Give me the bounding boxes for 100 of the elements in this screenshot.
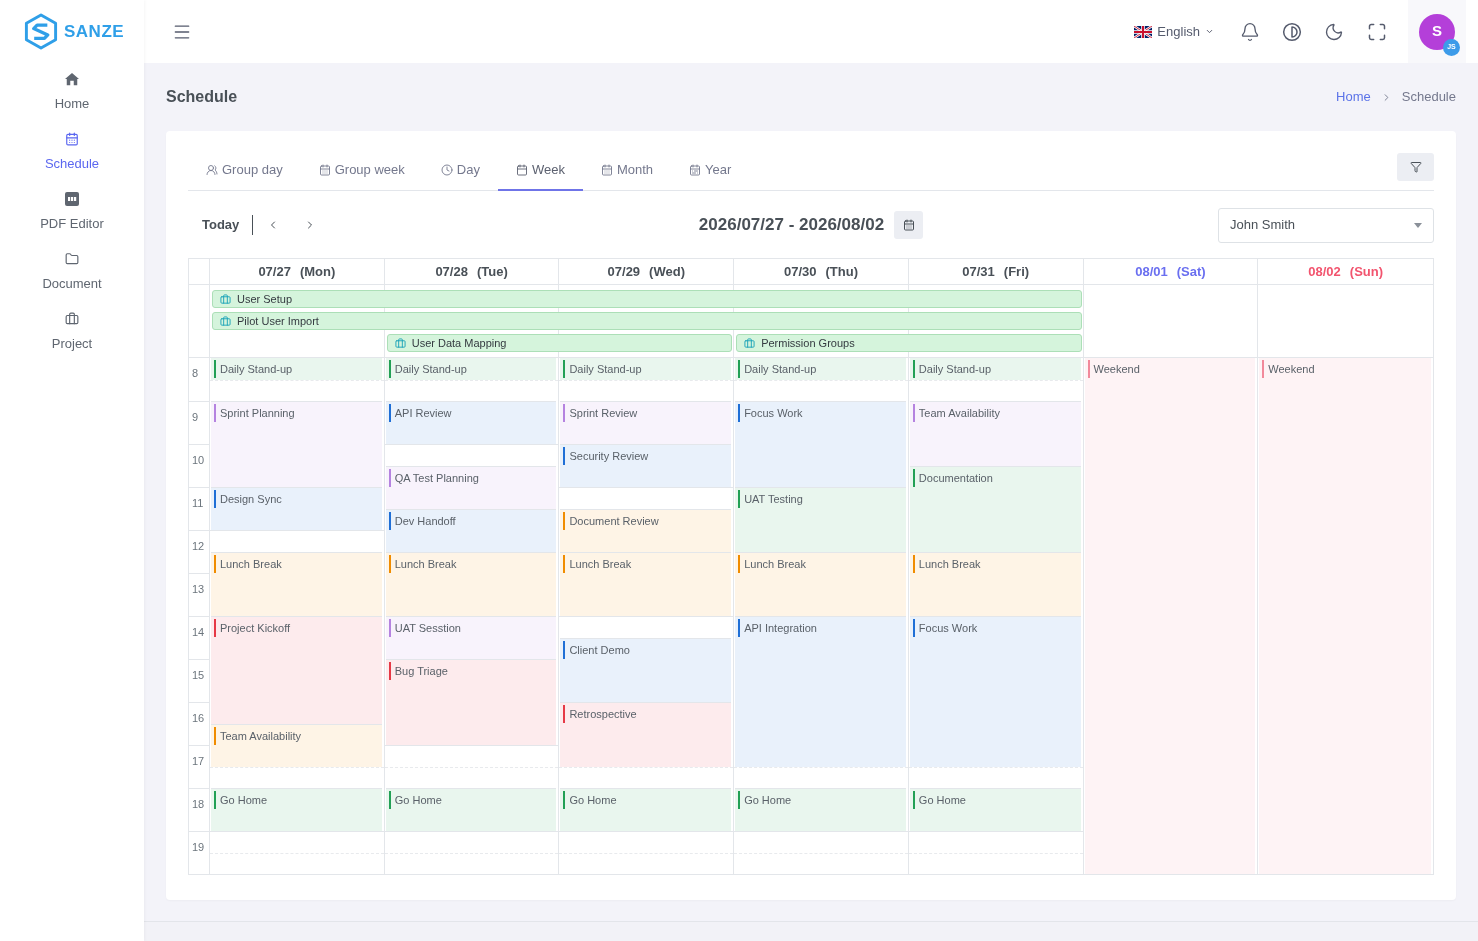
calendar-event[interactable]: Lunch Break <box>385 551 557 616</box>
calendar-event[interactable]: Go Home <box>909 788 1081 831</box>
date-picker-button[interactable] <box>894 211 924 239</box>
calendar-event[interactable]: Daily Stand-up <box>735 358 906 380</box>
view-tab[interactable]: Week <box>497 150 583 191</box>
sidebar-item[interactable]: Schedule <box>0 123 144 183</box>
language-dropdown[interactable]: English <box>1134 21 1214 42</box>
calendar-event[interactable]: Daily Stand-up <box>560 358 732 380</box>
calendar-event[interactable]: Daily Stand-up <box>909 358 1081 380</box>
calendar-event[interactable]: Go Home <box>211 788 382 831</box>
filter-icon <box>1409 161 1422 173</box>
briefcase-icon <box>220 293 231 305</box>
day-date: 08/02 <box>1308 262 1341 281</box>
hour-label: 19 <box>192 841 205 853</box>
calendar-event[interactable]: Lunch Break <box>211 551 382 616</box>
today-button[interactable]: Today <box>202 215 240 235</box>
day-date: 07/27 <box>258 262 291 281</box>
sidebar-item[interactable]: Project <box>0 303 144 363</box>
calendar-event[interactable]: Go Home <box>735 788 906 831</box>
calendar-event[interactable]: Dev Handoff <box>385 508 557 552</box>
view-tab[interactable]: Group week <box>300 150 423 191</box>
day-weekday: (Mon) <box>299 262 336 281</box>
day-date: 07/29 <box>607 262 641 281</box>
calendar-event[interactable]: Security Review <box>560 444 732 487</box>
hour-label: 15 <box>192 669 205 681</box>
view-tab[interactable]: Year <box>671 150 750 191</box>
logo-text: SANZE <box>64 20 125 43</box>
calendar-icon <box>65 132 79 147</box>
calendar-event[interactable]: Team Availability <box>909 401 1081 466</box>
page-title: Schedule <box>166 87 238 107</box>
sidebar-item[interactable]: PDF Editor <box>0 183 144 243</box>
house-icon <box>65 72 79 87</box>
calendar-event[interactable]: Daily Stand-up <box>211 358 382 380</box>
calendar-event[interactable]: API Integration <box>735 616 906 767</box>
view-tab[interactable]: Group day <box>188 150 301 191</box>
calendar-event[interactable]: Lunch Break <box>735 551 906 616</box>
notifications-button[interactable] <box>1240 21 1260 42</box>
all-day-event[interactable]: User Data Mapping <box>386 334 733 352</box>
view-tab[interactable]: Month <box>582 150 672 191</box>
moon-icon <box>1324 21 1344 42</box>
hour-label: 18 <box>192 798 205 810</box>
breadcrumb-link[interactable]: Home <box>1336 87 1371 107</box>
calendar-event[interactable]: Go Home <box>560 788 732 831</box>
date-range: 2026/07/27 - 2026/08/02 <box>698 214 885 237</box>
day-weekday: (Sun) <box>1349 262 1383 281</box>
calendar-event[interactable]: Lunch Break <box>909 551 1081 616</box>
calendar-event[interactable]: Weekend <box>1084 358 1256 874</box>
day-weekday: (Fri) <box>1003 262 1030 281</box>
calendar-event[interactable]: Sprint Planning <box>211 401 382 487</box>
calendar-event[interactable]: Document Review <box>560 508 732 552</box>
calendar-event[interactable]: Lunch Break <box>560 551 732 616</box>
all-day-event[interactable]: User Setup <box>212 290 1082 308</box>
briefcase-icon <box>65 312 79 327</box>
fullscreen-button[interactable] <box>1367 21 1387 42</box>
view-tab[interactable]: Day <box>422 150 498 191</box>
flag-icon <box>1134 25 1153 38</box>
hour-label: 17 <box>192 755 205 767</box>
calendar-event[interactable]: Weekend <box>1259 358 1431 874</box>
calendar-event[interactable]: UAT Sesstion <box>385 616 557 659</box>
calendar-event[interactable]: Focus Work <box>735 401 906 487</box>
hour-label: 9 <box>192 411 199 423</box>
briefcase-icon <box>744 337 756 349</box>
sidebar-item[interactable]: Document <box>0 243 144 303</box>
calendar-event[interactable]: Focus Work <box>909 616 1081 767</box>
sidebar-item[interactable]: Home <box>0 63 144 123</box>
breadcrumb-current: Schedule <box>1401 88 1456 107</box>
hour-label: 12 <box>192 540 205 552</box>
dark-mode-button[interactable] <box>1324 21 1344 42</box>
chevron-down-icon <box>1205 27 1214 36</box>
briefcase-icon <box>394 337 406 349</box>
all-day-event[interactable]: Pilot User Import <box>212 312 1082 330</box>
calendar-event[interactable]: Project Kickoff <box>211 616 382 724</box>
calendar-event[interactable]: Documentation <box>909 465 1081 552</box>
calendar-event[interactable]: Daily Stand-up <box>385 358 557 380</box>
calendar-event[interactable]: API Review <box>385 401 557 444</box>
logo-icon <box>24 13 58 50</box>
filter-button[interactable] <box>1397 153 1434 181</box>
bell-icon <box>1240 21 1260 42</box>
clock-icon <box>440 163 453 176</box>
calendar-event[interactable]: Bug Triage <box>385 659 557 745</box>
calendar-icon <box>318 163 331 176</box>
document-tile-icon <box>65 192 79 207</box>
person-select[interactable]: John Smith <box>1218 207 1434 243</box>
calendar-event[interactable]: Team Availability <box>211 723 382 767</box>
hour-label: 16 <box>192 712 205 724</box>
calendar-icon <box>600 163 613 176</box>
calendar-event[interactable]: Retrospective <box>560 702 732 767</box>
calendar-icon <box>902 219 915 231</box>
theme-button[interactable] <box>1282 21 1302 42</box>
calendar-event[interactable]: UAT Testing <box>735 487 906 552</box>
calendar-event[interactable]: Client Demo <box>560 637 732 702</box>
calendar-event[interactable]: Design Sync <box>211 487 382 530</box>
users-icon <box>206 163 218 176</box>
fullscreen-icon <box>1367 21 1387 42</box>
calendar-event[interactable]: Sprint Review <box>560 401 732 444</box>
day-date: 07/31 <box>962 262 995 281</box>
calendar-event[interactable]: Go Home <box>385 788 557 831</box>
all-day-event[interactable]: Permission Groups <box>736 334 1082 352</box>
hour-label: 14 <box>192 626 205 638</box>
calendar-event[interactable]: QA Test Planning <box>385 465 557 509</box>
